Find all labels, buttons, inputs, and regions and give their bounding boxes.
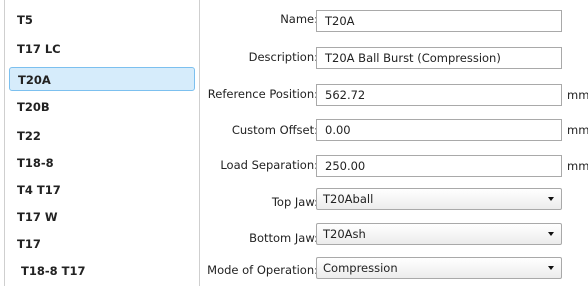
fixture-list[interactable]: T5 T17 LC T20A T20B T22 T18-8 T4 T17 T17… bbox=[4, 0, 200, 286]
top-jaw-select[interactable]: T20Aball bbox=[316, 188, 562, 210]
custom-offset-field[interactable]: 0.00 bbox=[316, 119, 562, 141]
name-label: Name: bbox=[280, 12, 318, 26]
mode-of-operation-select[interactable]: Compression bbox=[316, 257, 562, 279]
load-separation-label: Load Separation: bbox=[220, 158, 318, 172]
custom-offset-label: Custom Offset: bbox=[231, 123, 318, 137]
mode-of-operation-value: Compression bbox=[323, 261, 398, 275]
bottom-jaw-select[interactable]: T20Ash bbox=[316, 223, 562, 245]
mode-of-operation-label: Mode of Operation: bbox=[207, 263, 318, 277]
description-field[interactable]: T20A Ball Burst (Compression) bbox=[316, 47, 562, 69]
dropdown-arrow-icon bbox=[548, 197, 554, 201]
list-item[interactable]: T20B bbox=[9, 95, 195, 119]
load-separation-field[interactable]: 250.00 bbox=[316, 155, 562, 177]
reference-position-field[interactable]: 562.72 bbox=[316, 84, 562, 106]
load-separation-unit: mm bbox=[567, 159, 588, 173]
dropdown-arrow-icon bbox=[548, 232, 554, 236]
name-field[interactable]: T20A bbox=[316, 10, 562, 32]
list-item[interactable]: T18-8 bbox=[9, 151, 195, 175]
reference-position-unit: mm bbox=[567, 88, 588, 102]
list-item[interactable]: T4 T17 bbox=[9, 178, 195, 202]
list-item[interactable]: T5 bbox=[9, 8, 195, 32]
list-item[interactable]: T17 LC bbox=[9, 37, 195, 61]
list-item[interactable]: T18-8 T17 bbox=[9, 259, 195, 283]
list-item-selected[interactable]: T20A bbox=[9, 67, 195, 91]
reference-position-label: Reference Position: bbox=[207, 87, 318, 101]
custom-offset-unit: mm bbox=[567, 123, 588, 137]
list-item[interactable]: T17 W bbox=[9, 205, 195, 229]
list-item[interactable]: T22 bbox=[9, 124, 195, 148]
top-jaw-value: T20Aball bbox=[323, 192, 374, 206]
description-label: Description: bbox=[248, 50, 318, 64]
top-jaw-label: Top Jaw: bbox=[271, 195, 318, 209]
bottom-jaw-label: Bottom Jaw: bbox=[249, 231, 318, 245]
bottom-jaw-value: T20Ash bbox=[323, 227, 366, 241]
list-item[interactable]: T17 bbox=[9, 232, 195, 256]
dropdown-arrow-icon bbox=[548, 266, 554, 270]
